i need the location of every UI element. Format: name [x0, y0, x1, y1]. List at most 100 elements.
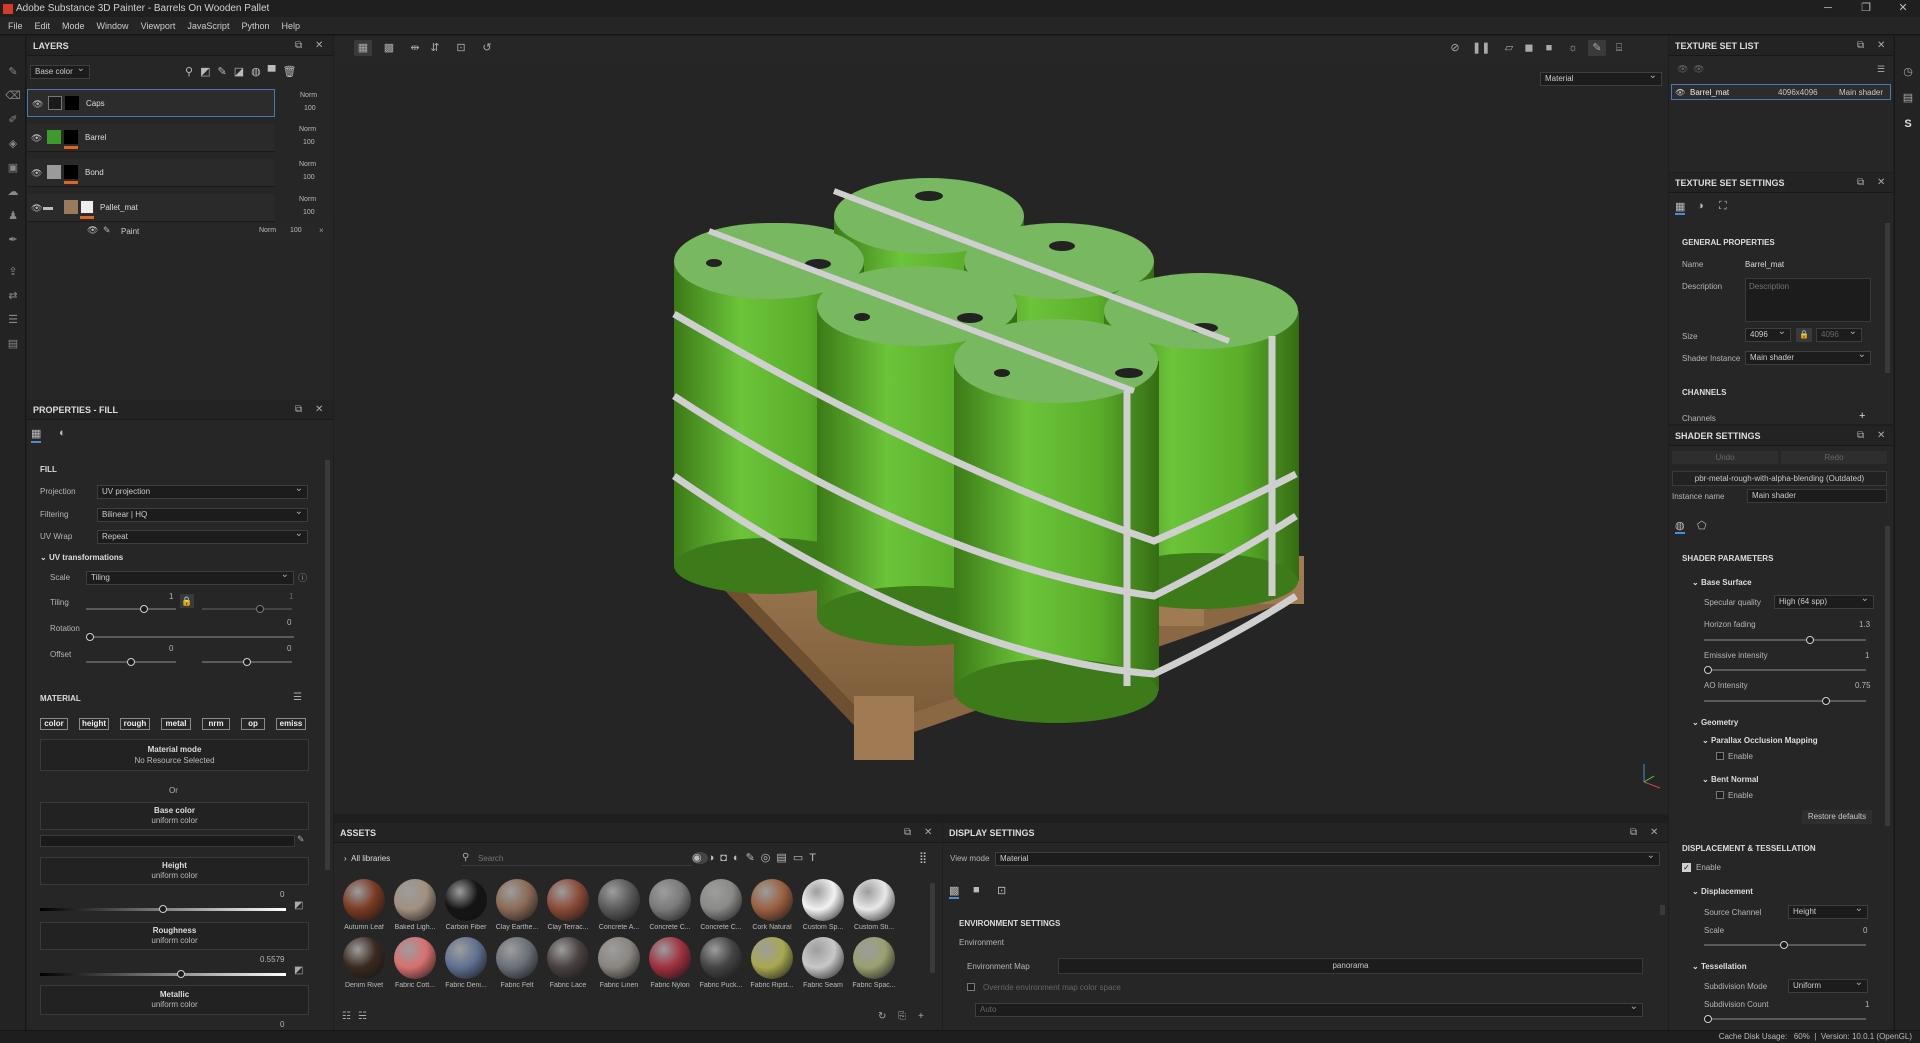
layer-row-barrel[interactable]: 👁 Barrel Norm 100: [27, 124, 316, 152]
eraser-icon[interactable]: ⌫: [5, 88, 21, 104]
slider-knob[interactable]: [127, 658, 135, 666]
add-group-icon[interactable]: ◍: [251, 66, 268, 78]
pom-toggle[interactable]: ⌄ Parallax Occlusion Mapping: [1702, 736, 1818, 745]
horizon-fading-slider[interactable]: [1704, 636, 1866, 644]
sort-icon[interactable]: ☵: [358, 1011, 367, 1022]
shader-instance-select[interactable]: Main shader: [1745, 349, 1871, 365]
search-box[interactable]: ⚲: [462, 852, 692, 866]
asset-thumbnail[interactable]: [547, 879, 589, 921]
add-fill-layer-icon[interactable]: ◪: [234, 66, 251, 78]
visibility-eye-icon[interactable]: 👁: [32, 99, 43, 110]
log-icon[interactable]: ▤: [1900, 90, 1916, 106]
slider-knob[interactable]: [1704, 1015, 1712, 1023]
channel-chip-emiss[interactable]: emiss: [276, 718, 306, 730]
subdivision-count-slider[interactable]: [1704, 1015, 1866, 1023]
viewer-tab-icon[interactable]: ⊡: [997, 884, 1006, 897]
search-input[interactable]: [478, 852, 678, 864]
picker-icon[interactable]: ✒: [5, 232, 21, 248]
visibility-eye-icon[interactable]: 👁: [31, 133, 42, 144]
base-color-slot[interactable]: Base color uniform color: [40, 802, 309, 830]
shader-tab-icon[interactable]: ◍: [1675, 519, 1685, 534]
tessellation-enable-checkbox[interactable]: ✓: [1682, 863, 1691, 872]
layer-opacity[interactable]: 100: [303, 139, 315, 146]
menu-python[interactable]: Python: [235, 21, 275, 31]
fill-properties-tab-icon[interactable]: ▦: [31, 427, 42, 443]
float-panel-icon[interactable]: ⧉: [1857, 36, 1864, 56]
layer-row-pallet[interactable]: 👁 ▬ Pallet_mat Norm 100: [27, 194, 316, 222]
asset-thumbnail[interactable]: [700, 937, 742, 979]
asset-thumbnail[interactable]: [394, 937, 436, 979]
channel-chip-nrm[interactable]: nrm: [202, 718, 230, 730]
close-button[interactable]: ✕: [1886, 0, 1920, 17]
add-effect-icon[interactable]: ⚲: [185, 66, 200, 78]
visibility-eye-icon[interactable]: 👁: [1675, 88, 1685, 97]
close-panel-icon[interactable]: ✕: [315, 400, 323, 420]
source-channel-select[interactable]: Height: [1788, 903, 1868, 919]
displacement-scale-slider[interactable]: [1704, 941, 1866, 949]
polygon-fill-icon[interactable]: ▣: [5, 160, 21, 176]
close-panel-icon[interactable]: ✕: [315, 36, 323, 56]
layer-row-bond[interactable]: 👁 Bond Norm 100: [27, 159, 316, 187]
import-folder-icon[interactable]: ⎘: [898, 1011, 906, 1022]
metallic-slot[interactable]: Metallic uniform color: [40, 985, 309, 1015]
asset-thumbnail[interactable]: [649, 937, 691, 979]
environment-map-slot[interactable]: panorama: [1058, 958, 1643, 974]
visibility-eye-icon[interactable]: 👁: [31, 168, 42, 179]
filter-list-icon[interactable]: ☷: [342, 1011, 351, 1022]
float-panel-icon[interactable]: ⧉: [1857, 173, 1864, 193]
blend-mode[interactable]: Norm: [300, 92, 317, 99]
close-panel-icon[interactable]: ✕: [924, 823, 932, 843]
blend-mode[interactable]: Norm: [299, 161, 316, 168]
asset-thumbnail[interactable]: [445, 937, 487, 979]
environment-tab-icon[interactable]: ▩: [949, 884, 960, 899]
float-panel-icon[interactable]: ⧉: [904, 823, 911, 843]
slider-knob[interactable]: [140, 605, 148, 613]
brushes-filter-icon[interactable]: ✎: [746, 852, 761, 864]
float-panel-icon[interactable]: ⧉: [1630, 823, 1637, 843]
asset-thumbnail[interactable]: [547, 937, 589, 979]
camera-tab-icon[interactable]: ■: [973, 884, 980, 896]
eyedropper-icon[interactable]: ✎: [297, 834, 305, 845]
asset-thumbnail[interactable]: [598, 937, 640, 979]
texture-set-row[interactable]: 👁 Barrel_mat 4096x4096 Main shader: [1671, 84, 1891, 100]
base-surface-toggle[interactable]: ⌄ Base Surface: [1692, 578, 1752, 587]
displacement-toggle[interactable]: ⌄ Displacement: [1692, 887, 1753, 896]
eye-icon[interactable]: 👁: [1677, 64, 1688, 75]
material-menu-icon[interactable]: ☰: [293, 692, 302, 703]
geometry-decal-icon[interactable]: ◈: [5, 136, 21, 152]
paint-brush-icon[interactable]: ✎: [5, 64, 21, 80]
asset-thumbnail[interactable]: [445, 879, 487, 921]
document-icon[interactable]: ▤: [5, 336, 21, 352]
sublayer-opacity[interactable]: 100: [290, 227, 302, 234]
pom-enable-checkbox[interactable]: [1716, 752, 1724, 760]
slider-knob[interactable]: [177, 970, 185, 978]
environments-filter-icon[interactable]: ▭: [793, 852, 809, 864]
redo-button[interactable]: Redo: [1781, 451, 1887, 464]
menu-edit[interactable]: Edit: [29, 21, 57, 31]
roughness-map-icon[interactable]: ◩: [294, 965, 303, 976]
substance-icon[interactable]: S: [1900, 116, 1916, 132]
menu-mode[interactable]: Mode: [56, 21, 91, 31]
layer-row-caps[interactable]: 👁 Caps Norm 100: [27, 89, 317, 117]
channel-select[interactable]: Base color: [30, 63, 90, 79]
bake-icon[interactable]: ⇪: [5, 264, 21, 280]
add-mask-icon[interactable]: ◩: [200, 66, 217, 78]
slider-knob[interactable]: [1704, 666, 1712, 674]
slider-knob[interactable]: [256, 605, 264, 613]
channel-chip-rough[interactable]: rough: [120, 718, 150, 730]
channel-chip-color[interactable]: color: [40, 718, 68, 730]
export-icon[interactable]: ⇄: [5, 288, 21, 304]
tessellation-tab-icon[interactable]: ⬠: [1697, 519, 1707, 532]
slider-knob[interactable]: [1806, 636, 1814, 644]
info-icon[interactable]: ⓘ: [298, 571, 307, 584]
particles-filter-icon[interactable]: ◎: [761, 852, 777, 864]
description-input[interactable]: [1745, 278, 1871, 322]
float-panel-icon[interactable]: ⧉: [295, 400, 302, 420]
channel-chip-height[interactable]: height: [79, 718, 109, 730]
menu-file[interactable]: File: [0, 21, 29, 31]
material-mode-slot[interactable]: Material mode No Resource Selected: [40, 739, 309, 771]
lock-icon[interactable]: 🔒: [1796, 328, 1812, 342]
close-panel-icon[interactable]: ✕: [1877, 173, 1885, 193]
blend-mode[interactable]: Norm: [299, 196, 316, 203]
layer-opacity[interactable]: 100: [303, 209, 315, 216]
